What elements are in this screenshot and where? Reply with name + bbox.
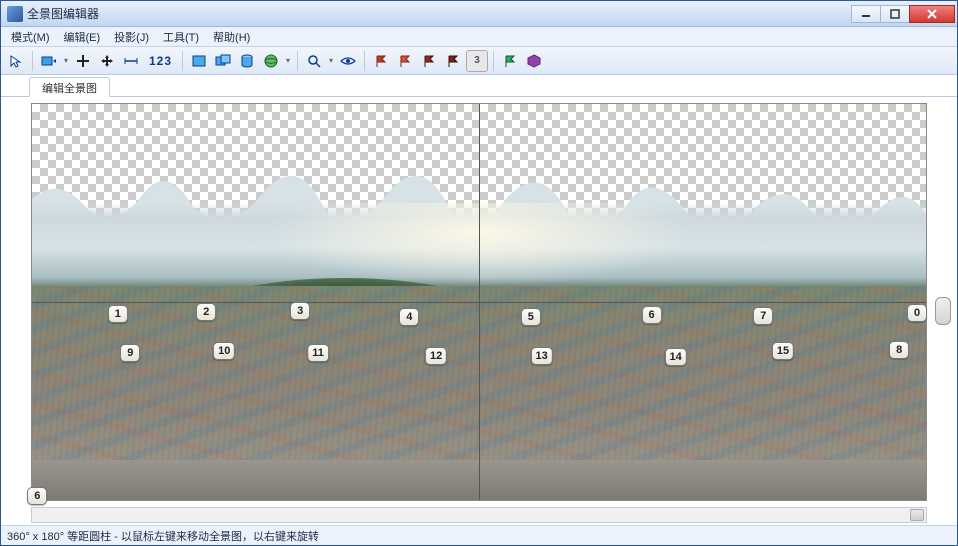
distance-button[interactable] bbox=[120, 50, 142, 72]
hexagon-button[interactable] bbox=[523, 50, 545, 72]
editor-area: 12345670910111213141586 bbox=[1, 97, 957, 525]
image-marker[interactable]: 10 bbox=[213, 342, 235, 360]
move-image-dropdown[interactable]: ▾ bbox=[62, 56, 70, 65]
image-marker[interactable]: 6 bbox=[642, 306, 662, 324]
image-marker[interactable]: 3 bbox=[290, 302, 310, 320]
image-marker[interactable]: 8 bbox=[889, 341, 909, 359]
numbers-button[interactable]: 123 bbox=[144, 50, 177, 72]
image-marker[interactable]: 6 bbox=[27, 487, 47, 505]
image-marker[interactable]: 13 bbox=[530, 347, 552, 365]
image-marker[interactable]: 1 bbox=[108, 305, 128, 323]
sphere-icon bbox=[264, 54, 278, 68]
zoom-dropdown[interactable]: ▾ bbox=[327, 56, 335, 65]
flag-red-button[interactable] bbox=[370, 50, 392, 72]
flag-dark-icon bbox=[422, 54, 436, 68]
preview-button[interactable] bbox=[337, 50, 359, 72]
toolbar: ▾ 123 ▾ ▾ bbox=[1, 47, 957, 75]
horizontal-scrollbar[interactable] bbox=[31, 507, 927, 523]
image-marker[interactable]: 5 bbox=[521, 308, 541, 326]
move-point-button[interactable] bbox=[96, 50, 118, 72]
flag-dark2-icon bbox=[446, 54, 460, 68]
menu-edit[interactable]: 编辑(E) bbox=[58, 27, 107, 47]
toolbar-separator bbox=[297, 51, 298, 71]
app-window: 全景图编辑器 模式(M) 编辑(E) 投影(J) 工具(T) 帮助(H) ▾ bbox=[0, 0, 958, 546]
close-button[interactable] bbox=[909, 5, 955, 23]
image-marker[interactable]: 0 bbox=[907, 304, 927, 322]
toolbar-separator bbox=[182, 51, 183, 71]
sphere-dropdown[interactable]: ▾ bbox=[284, 56, 292, 65]
add-point-button[interactable] bbox=[72, 50, 94, 72]
statusbar: 360° x 180° 等距圆柱 - 以鼠标左键来移动全景图，以右键来旋转 bbox=[1, 525, 957, 545]
magnifier-icon bbox=[307, 54, 321, 68]
flag-green-button[interactable] bbox=[499, 50, 521, 72]
image-marker[interactable]: 2 bbox=[196, 303, 216, 321]
hexagon-icon bbox=[527, 54, 541, 68]
eye-icon bbox=[340, 55, 356, 67]
move-image-button[interactable] bbox=[38, 50, 60, 72]
image-marker[interactable]: 14 bbox=[665, 348, 687, 366]
image-marker[interactable]: 12 bbox=[425, 347, 447, 365]
overlap-button[interactable] bbox=[212, 50, 234, 72]
cylinder-icon bbox=[240, 54, 254, 68]
status-text: 360° x 180° 等距圆柱 - 以鼠标左键来移动全景图，以右键来旋转 bbox=[7, 528, 319, 544]
minimize-button[interactable] bbox=[851, 5, 881, 23]
distance-icon bbox=[123, 54, 139, 68]
flag-green-icon bbox=[503, 54, 517, 68]
image-marker[interactable]: 11 bbox=[307, 344, 329, 362]
toolbar-separator bbox=[493, 51, 494, 71]
three-d-button[interactable]: 3 bbox=[466, 50, 488, 72]
window-title: 全景图编辑器 bbox=[27, 5, 852, 22]
tab-edit-panorama[interactable]: 编辑全景图 bbox=[29, 77, 110, 97]
sphere-button[interactable] bbox=[260, 50, 282, 72]
cursor-icon bbox=[9, 54, 23, 68]
toolbar-separator bbox=[32, 51, 33, 71]
image-marker[interactable]: 9 bbox=[120, 344, 140, 362]
flag-dark-button[interactable] bbox=[418, 50, 440, 72]
menu-mode[interactable]: 模式(M) bbox=[5, 27, 56, 47]
flag-dark2-button[interactable] bbox=[442, 50, 464, 72]
center-horizontal-guide bbox=[32, 302, 926, 303]
right-handle[interactable] bbox=[935, 297, 951, 325]
move-icon bbox=[100, 54, 114, 68]
image-marker[interactable]: 4 bbox=[399, 308, 419, 326]
app-icon bbox=[7, 6, 23, 22]
flag-red2-icon bbox=[398, 54, 412, 68]
cylinder-button[interactable] bbox=[236, 50, 258, 72]
menu-project[interactable]: 投影(J) bbox=[108, 27, 155, 47]
image-move-icon bbox=[41, 54, 57, 68]
overlap-icon bbox=[215, 54, 231, 68]
panorama-canvas[interactable]: 12345670910111213141586 bbox=[31, 103, 927, 501]
image-icon bbox=[192, 54, 206, 68]
flag-red2-button[interactable] bbox=[394, 50, 416, 72]
menu-help[interactable]: 帮助(H) bbox=[207, 27, 256, 47]
flag-red-icon bbox=[374, 54, 388, 68]
tabstrip: 编辑全景图 bbox=[1, 75, 957, 97]
close-icon bbox=[926, 9, 938, 19]
titlebar[interactable]: 全景图编辑器 bbox=[1, 1, 957, 27]
single-image-button[interactable] bbox=[188, 50, 210, 72]
select-tool-button[interactable] bbox=[5, 50, 27, 72]
image-marker[interactable]: 15 bbox=[772, 342, 794, 360]
zoom-button[interactable] bbox=[303, 50, 325, 72]
window-controls bbox=[852, 5, 955, 23]
minimize-icon bbox=[861, 9, 871, 19]
toolbar-separator bbox=[364, 51, 365, 71]
scrollbar-thumb[interactable] bbox=[910, 509, 924, 521]
image-marker[interactable]: 7 bbox=[753, 307, 773, 325]
menu-tools[interactable]: 工具(T) bbox=[157, 27, 205, 47]
maximize-icon bbox=[890, 9, 900, 19]
maximize-button[interactable] bbox=[880, 5, 910, 23]
menubar: 模式(M) 编辑(E) 投影(J) 工具(T) 帮助(H) bbox=[1, 27, 957, 47]
plus-icon bbox=[76, 54, 90, 68]
